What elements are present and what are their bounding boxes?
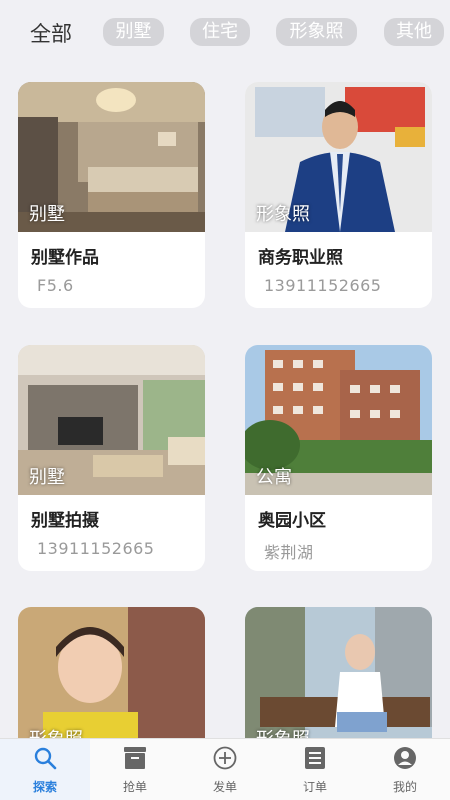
bottom-tab-bar: 探索 抢单 发单 订单 我的 <box>0 738 450 800</box>
card-subtitle: F5.6 <box>37 276 74 295</box>
tab-label: 抢单 <box>122 780 147 794</box>
card-title: 商务职业照 <box>258 248 343 268</box>
work-card[interactable]: 形象照 <box>245 607 432 757</box>
tab-label: 探索 <box>32 780 57 794</box>
card-category-tag: 形象照 <box>256 204 310 225</box>
inbox-icon <box>124 747 146 769</box>
tab-orders[interactable]: 订单 <box>270 739 360 800</box>
card-subtitle: 13911152665 <box>264 276 382 295</box>
list-icon <box>305 747 325 769</box>
card-subtitle: 13911152665 <box>37 539 155 558</box>
card-photo: 形象照 <box>245 607 432 757</box>
tab-label: 订单 <box>302 780 327 794</box>
tab-label: 发单 <box>212 780 237 794</box>
filter-bar: 全部 别墅 住宅 形象照 其他 <box>0 0 450 68</box>
tab-publish[interactable]: 发单 <box>180 739 270 800</box>
work-card[interactable]: 别墅 别墅作品 F5.6 <box>18 82 205 308</box>
work-card[interactable]: 别墅 别墅拍摄 13911152665 <box>18 345 205 571</box>
filter-chip-villa[interactable]: 别墅 <box>103 18 164 46</box>
filter-all[interactable]: 全部 <box>30 20 72 48</box>
tab-grab-order[interactable]: 抢单 <box>90 739 180 800</box>
work-card[interactable]: 公寓 奥园小区 紫荆湖 <box>245 345 432 571</box>
work-card[interactable]: 形象照 商务职业照 13911152665 <box>245 82 432 308</box>
work-card[interactable]: 形象照 <box>18 607 205 757</box>
tab-mine[interactable]: 我的 <box>360 739 450 800</box>
card-title: 别墅作品 <box>31 248 99 268</box>
card-photo: 别墅 <box>18 82 205 232</box>
card-title: 奥园小区 <box>258 511 326 531</box>
filter-chip-portrait[interactable]: 形象照 <box>276 18 357 46</box>
card-photo: 形象照 <box>18 607 205 757</box>
card-title: 别墅拍摄 <box>31 511 99 531</box>
tab-explore[interactable]: 探索 <box>0 739 90 800</box>
card-photo: 别墅 <box>18 345 205 495</box>
card-subtitle: 紫荆湖 <box>264 543 314 562</box>
filter-chip-other[interactable]: 其他 <box>384 18 444 46</box>
search-icon <box>34 747 57 770</box>
filter-chip-residence[interactable]: 住宅 <box>190 18 250 46</box>
plus-circle-icon <box>213 746 237 770</box>
card-category-tag: 别墅 <box>29 467 65 488</box>
card-photo: 公寓 <box>245 345 432 495</box>
tab-label: 我的 <box>392 780 417 794</box>
card-photo: 形象照 <box>245 82 432 232</box>
user-icon <box>394 747 416 769</box>
card-category-tag: 别墅 <box>29 204 65 225</box>
card-category-tag: 公寓 <box>256 467 292 488</box>
